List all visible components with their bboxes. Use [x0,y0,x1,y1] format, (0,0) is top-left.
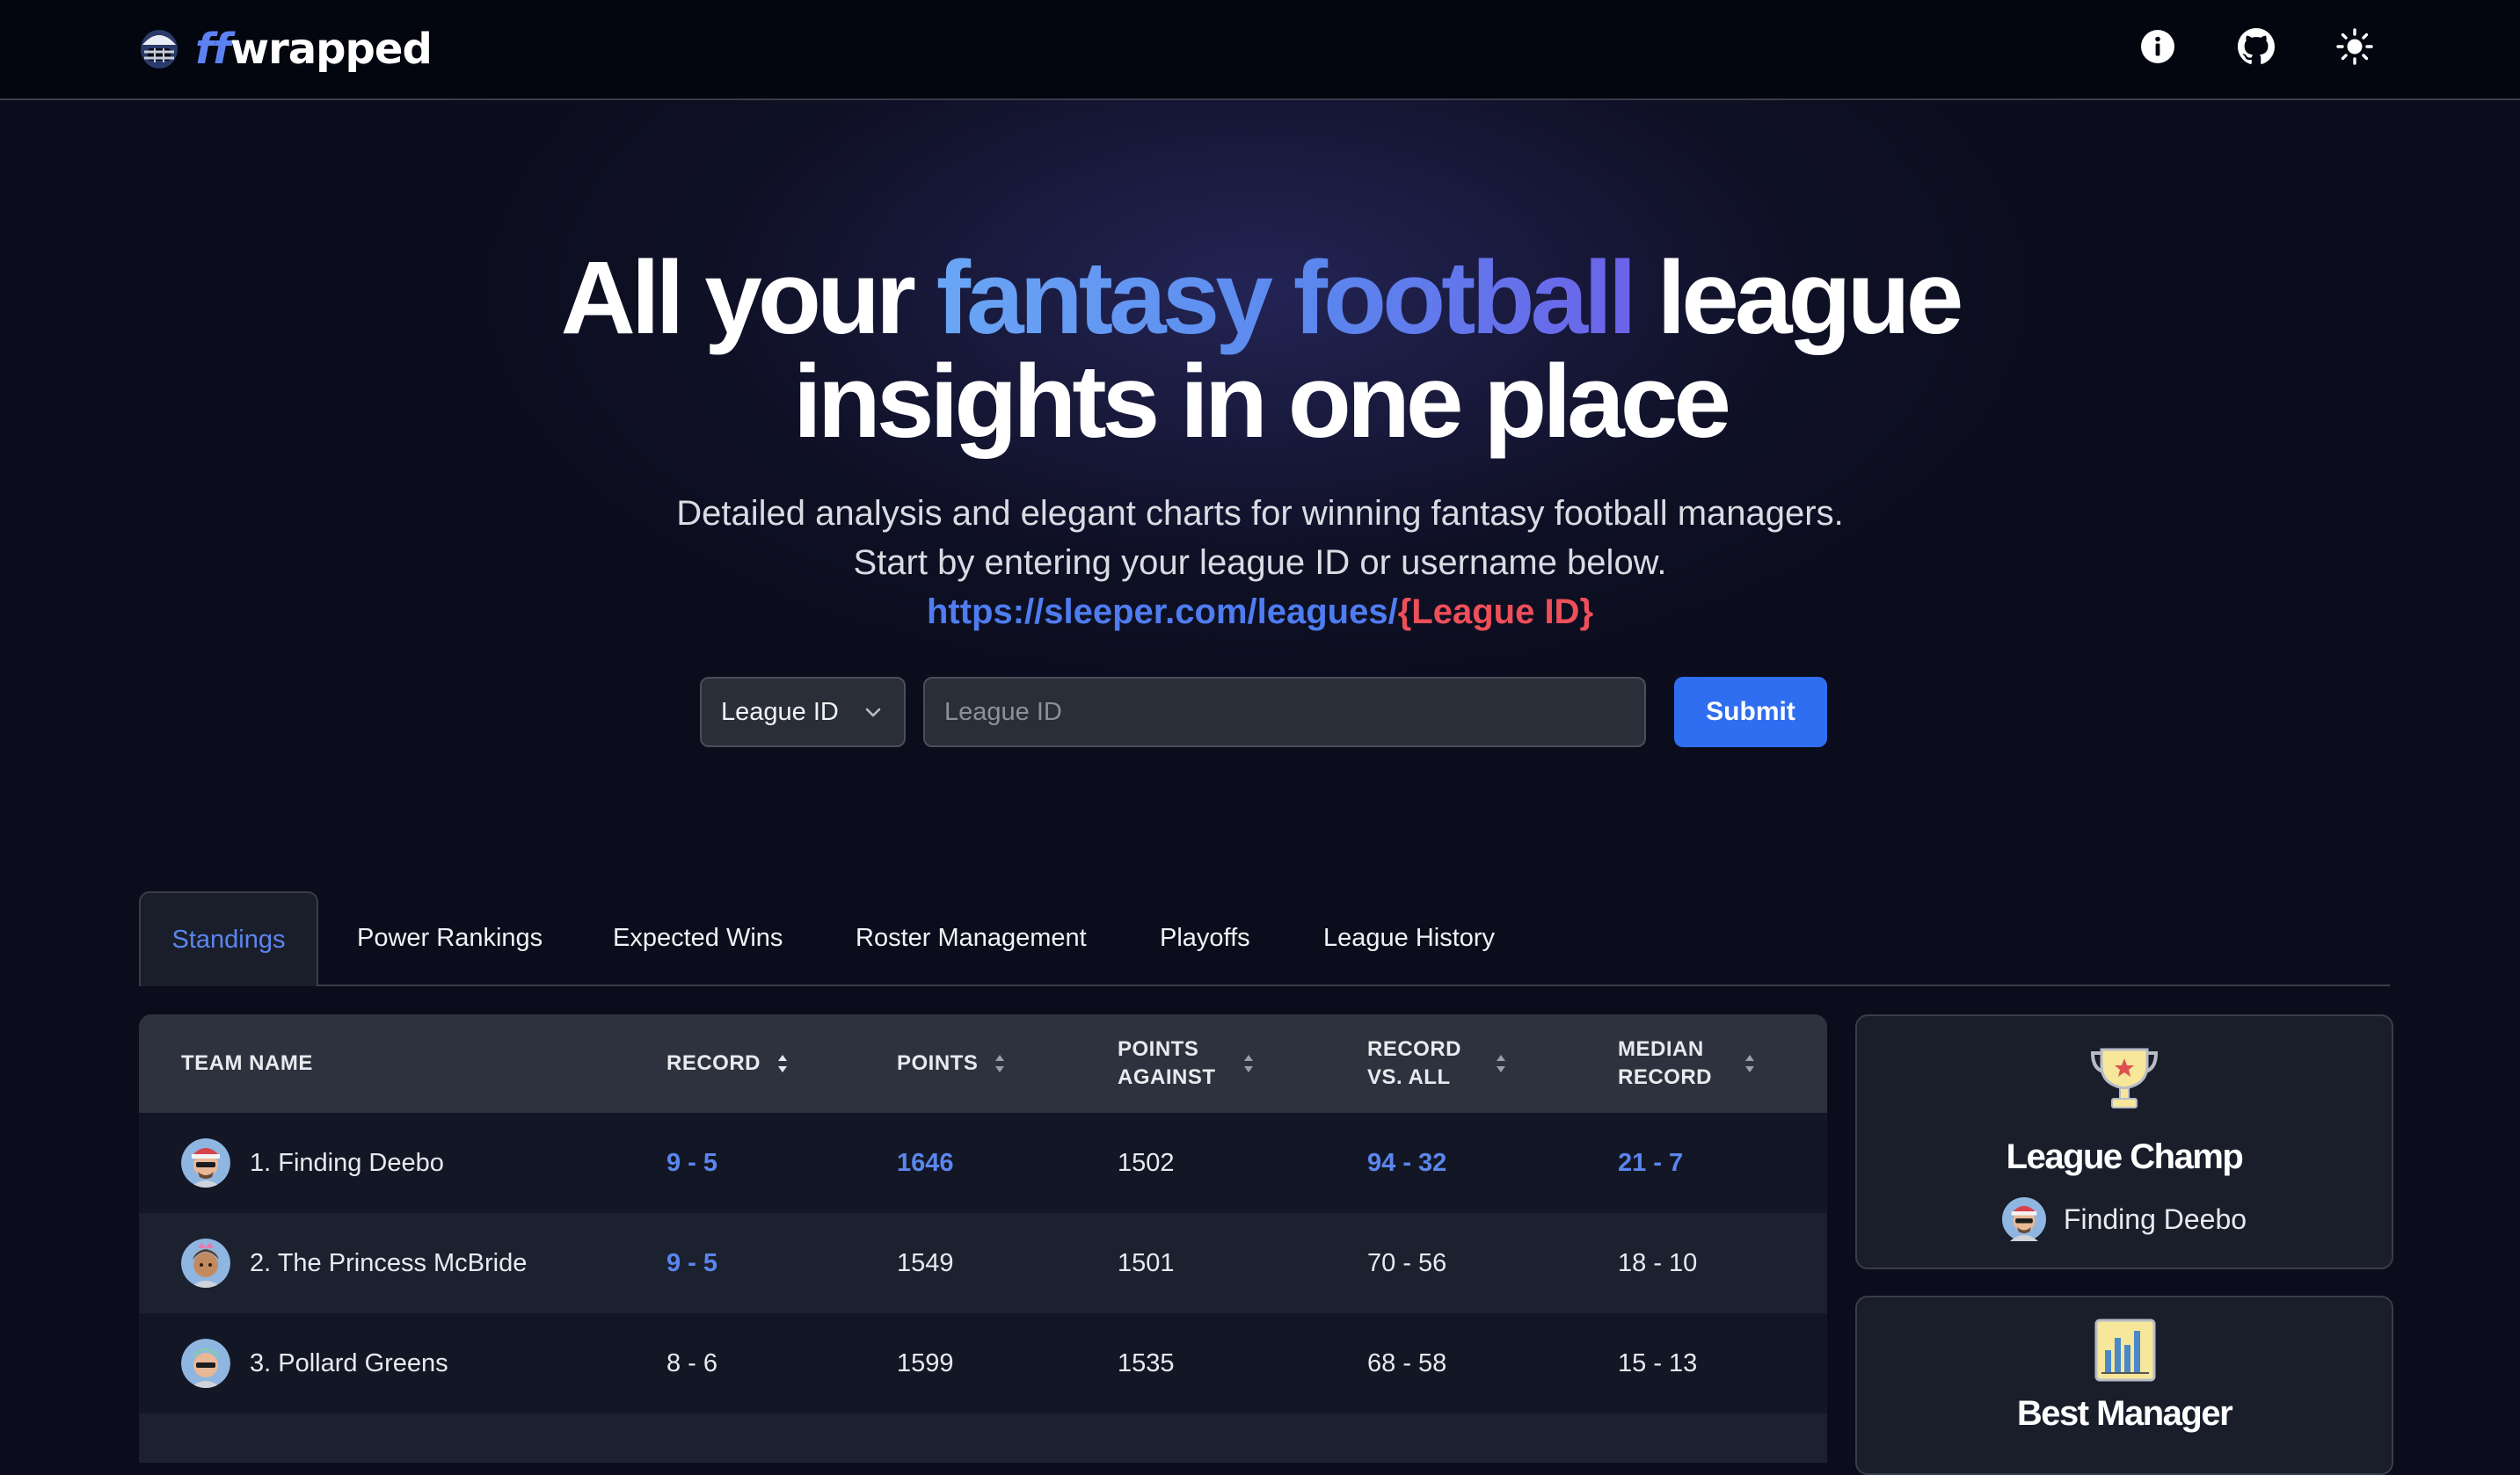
table-row[interactable] [139,1413,1827,1463]
bar-chart-icon [2094,1319,2156,1382]
sun-icon[interactable] [2335,27,2374,66]
url-prefix[interactable]: https://sleeper.com/leagues/ [927,592,1398,631]
points-against-value: 1501 [1118,1248,1175,1277]
sort-icon [1497,1055,1506,1072]
header-points-against-line1: POINTS [1118,1037,1199,1061]
sleeper-url-hint: https://sleeper.com/leagues/{League ID} [0,587,2520,636]
header-record-vs-all-label: RECORD VS. ALL [1367,1035,1461,1092]
header-record-vs-all[interactable]: RECORD VS. ALL [1367,1014,1507,1113]
headline-part-2: league [1632,240,1964,356]
header-record-label: RECORD [666,1051,761,1075]
header-record[interactable]: RECORD [666,1014,789,1113]
hero-subtext-2: Start by entering your league ID or user… [853,543,1667,582]
record-value: 9 - 5 [666,1148,718,1177]
team-name[interactable]: 1. Finding Deebo [250,1149,444,1178]
info-icon[interactable] [2138,27,2177,66]
median-record-value: 18 - 10 [1618,1248,1698,1277]
tab-standings[interactable]: Standings [139,891,318,986]
points-value: 1646 [897,1148,954,1177]
header-median-record-label: MEDIAN RECORD [1618,1035,1712,1092]
avatar [181,1138,230,1188]
team-cell: 1. Finding Deebo [181,1113,444,1213]
league-id-input[interactable] [923,677,1646,747]
headline-highlight: fantasy football [936,240,1637,356]
tab-roster-management[interactable]: Roster Management [856,891,1087,985]
header-median-record[interactable]: MEDIAN RECORD [1618,1014,1756,1113]
tab-power-rankings[interactable]: Power Rankings [357,891,543,985]
team-name[interactable]: 3. Pollard Greens [250,1349,448,1378]
tab-expected-wins[interactable]: Expected Wins [613,891,783,985]
helmet-icon [141,30,178,69]
tab-playoffs[interactable]: Playoffs [1160,891,1250,985]
median-record-value: 15 - 13 [1618,1348,1698,1377]
headline-part-1: All your [560,240,936,356]
header-median-record-line1: MEDIAN [1618,1037,1704,1061]
header-points-against-label: POINTS AGAINST [1118,1035,1216,1092]
table-row[interactable]: 2. The Princess McBride 9 - 5 1549 1501 … [139,1213,1827,1315]
table-row[interactable]: 1. Finding Deebo 9 - 5 1646 1502 94 - 32… [139,1113,1827,1215]
league-champ-team-name: Finding Deebo [2063,1203,2247,1235]
header-team-name: TEAM NAME [181,1051,313,1075]
search-type-select[interactable]: League ID [700,677,906,747]
points-against-value: 1502 [1118,1148,1175,1177]
record-value: 9 - 5 [666,1248,718,1277]
headline-line-1: All your fantasy football league [0,246,2520,350]
url-param: {League ID} [1397,592,1594,631]
trophy-icon [2090,1048,2159,1108]
header-median-record-line2: RECORD [1618,1065,1713,1089]
team-name[interactable]: 2. The Princess McBride [250,1249,527,1278]
record-vs-all-value: 68 - 58 [1367,1348,1447,1377]
best-manager-card: Best Manager [1855,1296,2393,1475]
avatar [2001,1197,2046,1241]
avatar [181,1239,230,1288]
league-champ-card: League Champ Finding Deebo [1855,1014,2393,1269]
github-icon[interactable] [2237,27,2276,66]
record-value: 8 - 6 [666,1348,718,1377]
standings-table: TEAM NAME RECORD POINTS POINTS AGAINST R… [139,1014,1827,1463]
points-against-value: 1535 [1118,1348,1175,1377]
league-champ-title: League Champ [2006,1137,2244,1176]
median-record-value: 21 - 7 [1618,1148,1684,1177]
sort-icon [1745,1055,1755,1072]
record-vs-all-value: 94 - 32 [1367,1148,1447,1177]
points-value: 1549 [897,1248,954,1277]
header-points-label: POINTS [897,1051,979,1075]
header-points[interactable]: POINTS [897,1014,1006,1113]
header-record-vs-all-line2: VS. ALL [1367,1065,1451,1089]
best-manager-title: Best Manager [2016,1394,2233,1433]
sort-icon [1243,1055,1253,1072]
logo-text: ffwrapped [195,25,433,74]
logo-ff: ff [195,25,231,74]
table-header: TEAM NAME RECORD POINTS POINTS AGAINST R… [139,1014,1827,1113]
logo-wrapped: wrapped [229,25,433,74]
team-cell: 3. Pollard Greens [181,1313,448,1413]
table-row[interactable]: 3. Pollard Greens 8 - 6 1599 1535 68 - 5… [139,1313,1827,1415]
headline-line-2: insights in one place [792,344,1731,460]
app-logo[interactable]: ffwrapped [139,25,433,74]
points-value: 1599 [897,1348,954,1377]
tab-league-history[interactable]: League History [1323,891,1495,985]
chevron-down-icon [865,708,881,717]
avatar [181,1339,230,1388]
top-navbar: ffwrapped [0,0,2520,100]
record-vs-all-value: 70 - 56 [1367,1248,1447,1277]
section-tabs: Standings Power Rankings Expected Wins R… [139,891,2390,986]
header-points-against-line2: AGAINST [1118,1065,1216,1089]
hero-subtext-1: Detailed analysis and elegant charts for… [676,494,1844,533]
submit-button[interactable]: Submit [1674,677,1827,747]
team-cell: 2. The Princess McBride [181,1213,527,1313]
sort-icon [995,1055,1005,1072]
league-champ-team[interactable]: Finding Deebo [1857,1197,2392,1241]
search-type-value: League ID [721,697,839,726]
header-record-vs-all-line1: RECORD [1367,1037,1462,1061]
header-points-against[interactable]: POINTS AGAINST [1118,1014,1255,1113]
sort-icon [778,1055,788,1072]
